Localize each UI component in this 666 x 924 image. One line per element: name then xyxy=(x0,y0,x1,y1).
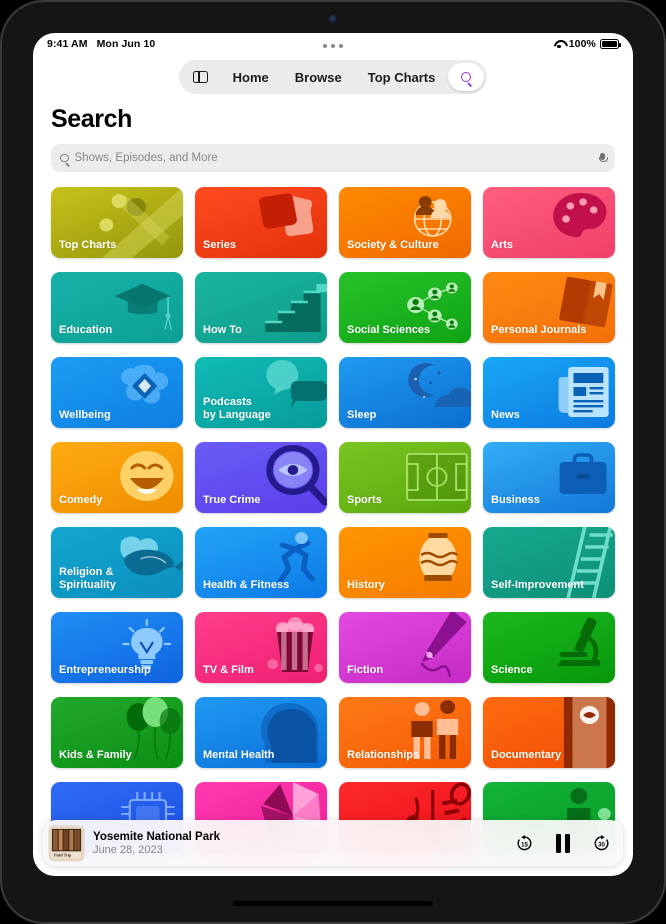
category-label: Relationships xyxy=(347,749,420,762)
category-tile[interactable]: Business xyxy=(483,442,615,513)
category-tile[interactable]: Fiction xyxy=(339,612,471,683)
category-tile[interactable]: Documentary xyxy=(483,697,615,768)
category-label: Health & Fitness xyxy=(203,579,290,592)
category-label: Religion & Spirituality xyxy=(59,566,116,592)
category-label: History xyxy=(347,579,385,592)
svg-text:30: 30 xyxy=(598,841,605,848)
category-tile[interactable]: Kids & Family xyxy=(51,697,183,768)
search-icon xyxy=(461,72,472,82)
front-camera-icon xyxy=(329,15,337,23)
category-tile[interactable]: True Crime xyxy=(195,442,327,513)
category-tile[interactable]: Self-Improvement xyxy=(483,527,615,598)
category-label: Entrepreneurship xyxy=(59,664,151,677)
battery-full-icon xyxy=(600,39,621,49)
tab-top-charts[interactable]: Top Charts xyxy=(355,63,449,91)
category-tile[interactable]: Sleep xyxy=(339,357,471,428)
category-tile[interactable]: Social Sciences xyxy=(339,272,471,343)
category-label: Comedy xyxy=(59,494,103,507)
category-label: Kids & Family xyxy=(59,749,132,762)
wifi-icon xyxy=(553,39,565,49)
category-label: Social Sciences xyxy=(347,324,431,337)
skip-forward-30-icon[interactable]: 30 xyxy=(592,834,611,853)
category-label: Top Charts xyxy=(59,239,117,252)
category-label: News xyxy=(491,409,520,422)
category-tile[interactable]: Arts xyxy=(483,187,615,258)
category-tile[interactable]: TV & Film xyxy=(195,612,327,683)
category-tile[interactable]: Wellbeing xyxy=(51,357,183,428)
nav-pill: Home Browse Top Charts xyxy=(178,60,488,94)
search-input[interactable]: Shows, Episodes, and More xyxy=(51,144,615,172)
now-playing-subtitle: June 28, 2023 xyxy=(93,843,163,856)
page-title: Search xyxy=(51,105,132,133)
category-label: Documentary xyxy=(491,749,562,762)
category-tile[interactable]: Health & Fitness xyxy=(195,527,327,598)
category-label: Fiction xyxy=(347,664,384,677)
category-label: Personal Journals xyxy=(491,324,587,337)
tab-browse[interactable]: Browse xyxy=(282,63,355,91)
category-tile[interactable]: Mental Health xyxy=(195,697,327,768)
category-tile[interactable]: Personal Journals xyxy=(483,272,615,343)
category-tile[interactable]: Entrepreneurship xyxy=(51,612,183,683)
category-tile[interactable]: Science xyxy=(483,612,615,683)
skip-back-15-icon[interactable]: 15 xyxy=(515,834,534,853)
category-tile[interactable]: History xyxy=(339,527,471,598)
category-tile[interactable]: News xyxy=(483,357,615,428)
search-placeholder: Shows, Episodes, and More xyxy=(74,152,218,164)
category-tile[interactable]: Education xyxy=(51,272,183,343)
now-playing-text: Yosemite National Park June 28, 2023 xyxy=(93,831,506,856)
now-playing-title: Yosemite National Park xyxy=(93,830,220,843)
category-tile[interactable]: Society & Culture xyxy=(339,187,471,258)
category-label: Business xyxy=(491,494,540,507)
tab-search[interactable] xyxy=(448,63,485,91)
battery-percent: 100% xyxy=(568,38,596,50)
tab-home[interactable]: Home xyxy=(220,63,282,91)
category-label: Sleep xyxy=(347,409,377,422)
category-tile[interactable]: How To xyxy=(195,272,327,343)
category-label: Wellbeing xyxy=(59,409,111,422)
sidebar-toggle-button[interactable] xyxy=(182,63,220,91)
category-label: Arts xyxy=(491,239,514,252)
home-indicator[interactable] xyxy=(233,901,433,906)
search-icon xyxy=(60,153,69,163)
category-label: True Crime xyxy=(203,494,261,507)
podcast-cover-art: Field Trip xyxy=(49,825,84,861)
category-tile[interactable]: Top Charts xyxy=(51,187,183,258)
category-tile[interactable]: Series xyxy=(195,187,327,258)
category-tile[interactable]: Religion & Spirituality xyxy=(51,527,183,598)
svg-text:15: 15 xyxy=(521,841,528,848)
screen: 9:41 AM Mon Jun 10 100% Home Browse Top … xyxy=(33,33,633,876)
pause-icon[interactable] xyxy=(556,833,570,853)
status-time: 9:41 AM xyxy=(47,38,88,50)
status-date: Mon Jun 10 xyxy=(96,38,156,50)
category-tile[interactable]: Relationships xyxy=(339,697,471,768)
now-playing-bar[interactable]: Field Trip Yosemite National Park June 2… xyxy=(43,820,623,866)
category-label: Series xyxy=(203,239,237,252)
ipad-device: 9:41 AM Mon Jun 10 100% Home Browse Top … xyxy=(0,0,666,924)
category-label: Society & Culture xyxy=(347,239,439,252)
category-label: TV & Film xyxy=(203,664,254,677)
svg-text:Field Trip: Field Trip xyxy=(54,852,72,857)
category-label: How To xyxy=(203,324,242,337)
category-label: Podcasts by Language xyxy=(203,396,271,422)
category-label: Sports xyxy=(347,494,382,507)
category-tile[interactable]: Comedy xyxy=(51,442,183,513)
sidebar-toggle-icon xyxy=(193,70,209,84)
category-tile[interactable]: Podcasts by Language xyxy=(195,357,327,428)
search-page: Search Shows, Episodes, and More Top Cha… xyxy=(33,105,633,853)
category-label: Mental Health xyxy=(203,749,275,762)
category-label: Science xyxy=(491,664,533,677)
category-tile[interactable]: Sports xyxy=(339,442,471,513)
now-playing-controls: 15 30 xyxy=(515,833,611,853)
category-label: Education xyxy=(59,324,113,337)
microphone-icon[interactable] xyxy=(599,152,608,164)
category-label: Self-Improvement xyxy=(491,579,584,592)
navigation-bar: Home Browse Top Charts xyxy=(33,55,633,99)
category-grid: Top Charts Series Society & Culture Arts… xyxy=(51,187,615,853)
multitasking-handle[interactable] xyxy=(323,44,343,48)
